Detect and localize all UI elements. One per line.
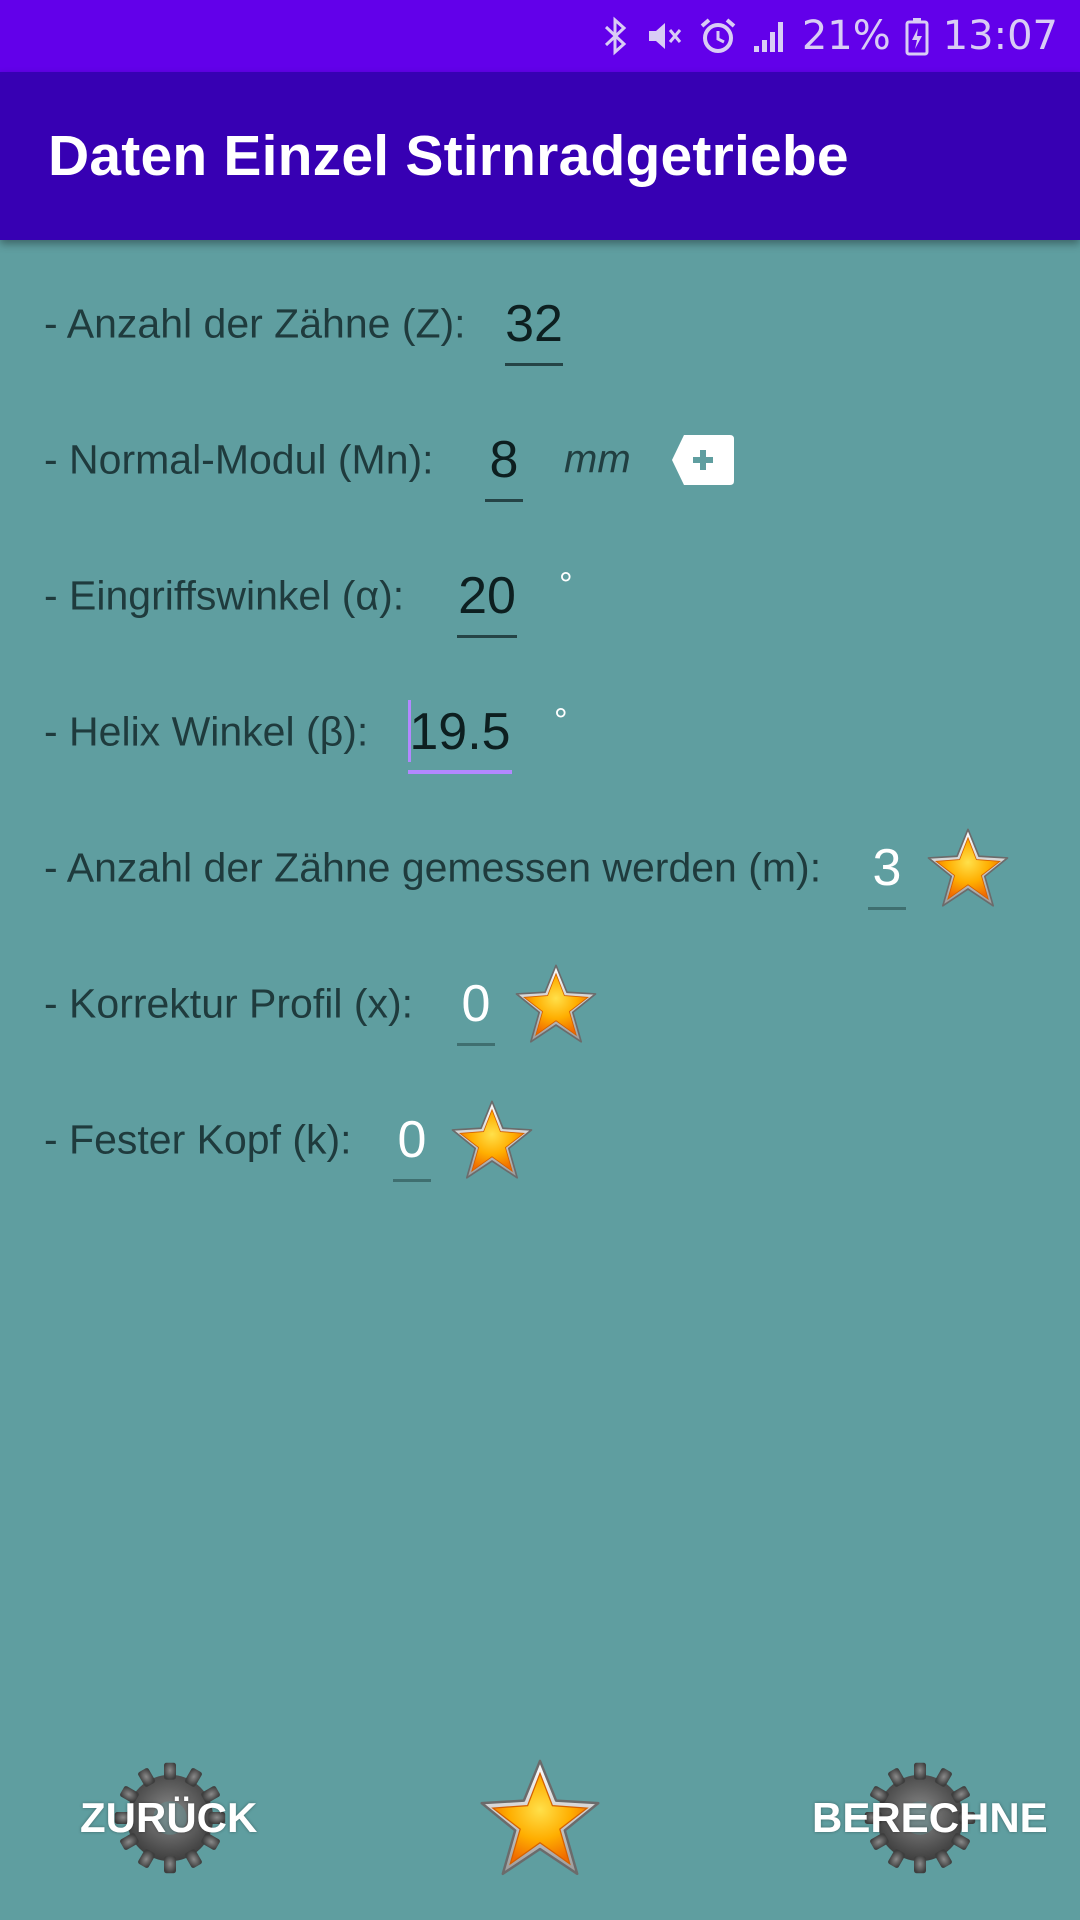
row-teeth: - Anzahl der Zähne (Z): 32 <box>44 274 1044 374</box>
helix-angle-label: - Helix Winkel (β): <box>44 708 369 755</box>
calculate-button-label: BERECHNE <box>812 1794 1048 1841</box>
plus-tag-icon <box>672 435 734 485</box>
measured-teeth-input[interactable]: 3 <box>868 818 906 918</box>
pressure-angle-label: - Eingriffswinkel (α): <box>44 572 405 619</box>
teeth-label: - Anzahl der Zähne (Z): <box>44 300 466 347</box>
pressure-angle-unit: ° <box>559 566 573 604</box>
module-input[interactable]: 8 <box>485 410 523 510</box>
fixed-head-value: 0 <box>397 1111 427 1169</box>
star-icon <box>926 826 1010 910</box>
profile-correction-star-button[interactable] <box>514 962 598 1046</box>
star-icon <box>450 1098 534 1182</box>
star-icon <box>478 1756 602 1880</box>
signal-icon <box>752 16 788 56</box>
teeth-value: 32 <box>505 295 563 353</box>
row-fixed-head: - Fester Kopf (k): 0 <box>44 1090 1044 1190</box>
module-value: 8 <box>489 431 519 489</box>
alarm-icon <box>698 16 738 56</box>
module-unit: mm <box>564 437 631 482</box>
measured-teeth-star-button[interactable] <box>926 826 1010 910</box>
fixed-head-star-button[interactable] <box>450 1098 534 1182</box>
teeth-input[interactable]: 32 <box>505 274 563 374</box>
pressure-angle-value: 20 <box>458 567 516 625</box>
profile-correction-value: 0 <box>461 975 491 1033</box>
text-cursor <box>408 700 411 762</box>
helix-angle-value: 19.5 <box>409 703 511 761</box>
clock: 13:07 <box>942 13 1058 59</box>
row-profile-correction: - Korrektur Profil (x): 0 <box>44 954 1044 1054</box>
profile-correction-input[interactable]: 0 <box>457 954 495 1054</box>
pressure-angle-input[interactable]: 20 <box>457 546 517 646</box>
module-label: - Normal-Modul (Mn): <box>44 436 434 483</box>
row-measured-teeth: - Anzahl der Zähne gemessen werden (m): … <box>44 818 1044 918</box>
row-module: - Normal-Modul (Mn): 8 mm <box>44 410 1044 510</box>
page-title: Daten Einzel Stirnradgetriebe <box>48 124 849 188</box>
fixed-head-label: - Fester Kopf (k): <box>44 1116 352 1163</box>
battery-charging-icon <box>905 16 929 56</box>
measured-teeth-label: - Anzahl der Zähne gemessen werden (m): <box>44 844 822 891</box>
measured-teeth-value: 3 <box>872 839 902 897</box>
battery-percent: 21% <box>801 13 891 59</box>
back-button-label: ZURÜCK <box>80 1794 258 1841</box>
back-button[interactable]: ZURÜCK <box>70 1748 270 1888</box>
bluetooth-icon <box>600 16 630 56</box>
app-bar: Daten Einzel Stirnradgetriebe <box>0 72 1080 240</box>
helix-angle-input[interactable]: 19.5 <box>408 682 512 782</box>
profile-correction-label: - Korrektur Profil (x): <box>44 980 414 1027</box>
star-icon <box>514 962 598 1046</box>
row-pressure-angle: - Eingriffswinkel (α): 20 ° <box>44 546 1044 646</box>
row-helix-angle: - Helix Winkel (β): 19.5 ° <box>44 682 1044 782</box>
mute-icon <box>644 16 684 56</box>
status-bar: 21% 13:07 <box>0 0 1080 72</box>
calculate-button[interactable]: BERECHNE <box>800 1748 1048 1888</box>
favorite-button[interactable] <box>478 1756 602 1880</box>
helix-angle-unit: ° <box>554 702 568 740</box>
add-module-button[interactable] <box>670 433 736 487</box>
fixed-head-input[interactable]: 0 <box>393 1090 431 1190</box>
